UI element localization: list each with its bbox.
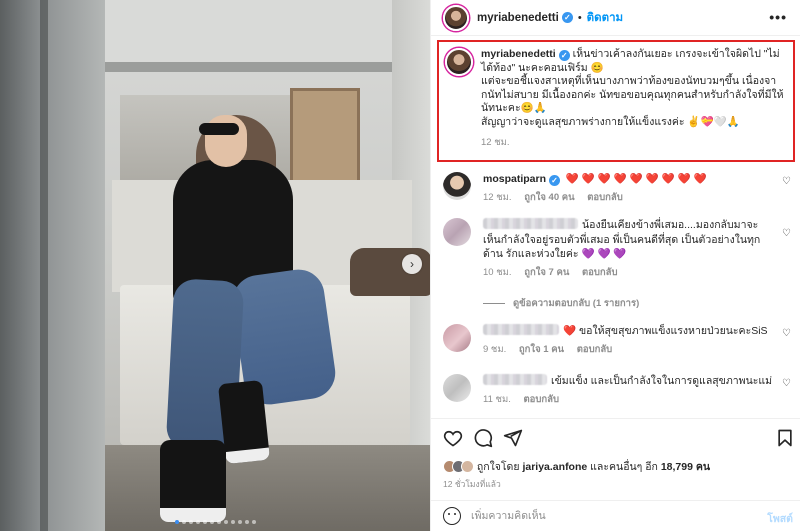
carousel-dot <box>230 520 235 524</box>
comment-input[interactable] <box>471 508 741 524</box>
emoji-icon[interactable] <box>443 507 461 525</box>
share-send-icon[interactable] <box>503 428 523 448</box>
add-comment-bar: โพสต์ <box>431 500 800 531</box>
post-comment-button[interactable]: โพสต์ <box>767 510 793 527</box>
post-detail-panel: myriabenedetti ✓ • ติดตาม ••• myriabened… <box>430 0 800 531</box>
like-comment-heart-icon[interactable]: ♡ <box>782 328 791 339</box>
view-replies-button[interactable]: ดูข้อความตอบกลับ (1 รายการ) <box>483 296 639 311</box>
like-comment-heart-icon[interactable]: ♡ <box>782 228 791 239</box>
caption-username[interactable]: myriabenedetti <box>481 48 556 60</box>
caption-text: myriabenedetti ✓ เห็นข่าวเค้าลงกันเยอะ เก… <box>481 48 787 130</box>
post-photo[interactable]: › <box>0 0 430 531</box>
commenter-avatar[interactable] <box>443 172 471 200</box>
comment-text: ❤️ ขอให้สุขสุขภาพแข็งแรงหายป่วยนะคะSiS <box>563 325 768 337</box>
commenter-username[interactable]: mospatiparn <box>483 173 546 185</box>
comment-body: ❤️ ขอให้สุขสุขภาพแข็งแรงหายป่วยนะคะSiS <box>483 324 773 339</box>
comment-likes[interactable]: ถูกใจ 1 คน <box>519 344 564 355</box>
comment-likes[interactable]: ถูกใจ 7 คน <box>524 267 569 278</box>
hidden-username <box>483 324 559 335</box>
carousel-dot <box>188 520 193 524</box>
caption-author-avatar[interactable] <box>445 48 473 76</box>
posted-time: 12 ชั่วโมงที่แล้ว <box>443 479 501 489</box>
like-comment-heart-icon[interactable]: ♡ <box>782 176 791 187</box>
verified-badge-icon: ✓ <box>549 175 561 186</box>
action-bar <box>431 418 800 454</box>
comment-meta: 10 ชม. ถูกใจ 7 คน ตอบกลับ <box>483 265 773 280</box>
liker-username[interactable]: jariya.anfone <box>522 461 587 473</box>
carousel-dot <box>174 520 179 524</box>
likes-prefix: ถูกใจโดย <box>476 461 520 473</box>
likes-summary: ถูกใจโดย jariya.anfone และคนอื่นๆ อีก 18… <box>443 458 710 475</box>
comment-meta: 11 ชม. ตอบกลับ <box>483 392 773 407</box>
comment-meta: 9 ชม. ถูกใจ 1 คน ตอบกลับ <box>483 342 773 357</box>
next-slide-button[interactable]: › <box>402 254 422 274</box>
carousel-dots <box>0 520 430 524</box>
comment-item: ❤️ ขอให้สุขสุขภาพแข็งแรงหายป่วยนะคะSiS 9… <box>431 324 800 357</box>
commenter-avatar[interactable] <box>443 374 471 402</box>
hidden-username <box>483 218 578 229</box>
comment-meta: 12 ชม. ถูกใจ 40 คน ตอบกลับ <box>483 190 773 205</box>
comment-item: เข้มแข็ง และเป็นกำลังใจในการดูแลสุขภาพนะ… <box>431 374 800 407</box>
liker-avatar[interactable] <box>461 460 474 473</box>
follow-button[interactable]: ติดตาม <box>587 9 623 27</box>
comment-bubble-icon[interactable] <box>473 428 493 448</box>
comment-time: 12 ชม. <box>483 191 512 203</box>
hidden-username <box>483 374 547 385</box>
carousel-dot <box>216 520 221 524</box>
carousel-dot <box>181 520 186 524</box>
likes-count[interactable]: 18,799 คน <box>661 458 710 475</box>
like-heart-icon[interactable] <box>443 428 463 448</box>
verified-badge-icon: ✓ <box>561 12 573 23</box>
comment-likes[interactable]: ถูกใจ 40 คน <box>524 192 574 203</box>
photo-floor <box>105 445 430 531</box>
comment-text: เข้มแข็ง และเป็นกำลังใจในการดูแลสุขภาพนะ… <box>551 375 773 387</box>
more-options-icon[interactable]: ••• <box>769 9 787 25</box>
verified-badge-icon: ✓ <box>558 50 570 61</box>
likes-middle: และคนอื่นๆ อีก <box>590 461 658 473</box>
carousel-dot <box>195 520 200 524</box>
photo-beam <box>105 62 430 72</box>
comment-time: 11 ชม. <box>483 393 511 405</box>
save-bookmark-icon[interactable] <box>775 428 795 448</box>
reply-button[interactable]: ตอบกลับ <box>577 344 613 355</box>
photo-sneaker-left <box>160 440 226 522</box>
photo-ceiling <box>105 0 430 70</box>
carousel-dot <box>202 520 207 524</box>
carousel-dot <box>251 520 256 524</box>
like-comment-heart-icon[interactable]: ♡ <box>782 378 791 389</box>
carousel-dot <box>209 520 214 524</box>
comment-item: น้องยืนเคียงข้างพี่เสมอ....มองกลับมาจะเห… <box>431 218 800 280</box>
photo-sunglasses <box>199 123 239 135</box>
photo-frame-bar <box>40 0 48 531</box>
author-username[interactable]: myriabenedetti <box>477 12 559 24</box>
commenter-avatar[interactable] <box>443 324 471 352</box>
carousel-dot <box>223 520 228 524</box>
comment-body: เข้มแข็ง และเป็นกำลังใจในการดูแลสุขภาพนะ… <box>483 374 773 389</box>
caption-highlight-box: myriabenedetti ✓ เห็นข่าวเค้าลงกันเยอะ เก… <box>437 40 795 162</box>
reply-button[interactable]: ตอบกลับ <box>587 192 623 203</box>
commenter-avatar[interactable] <box>443 218 471 246</box>
author-avatar[interactable] <box>443 4 469 31</box>
comment-body: น้องยืนเคียงข้างพี่เสมอ....มองกลับมาจะเห… <box>483 218 773 262</box>
caption-line-3: สัญญาว่าจะดูแลสุขภาพร่างกายให้แข็งแรงค่ะ… <box>481 115 740 128</box>
caption-time: 12 ชม. <box>481 136 510 148</box>
carousel-dot <box>244 520 249 524</box>
separator-dot: • <box>577 11 582 24</box>
carousel-dot <box>237 520 242 524</box>
comment-item: mospatiparn ✓ ❤️ ❤️ ❤️ ❤️ ❤️ ❤️ ❤️ ❤️ ❤️ … <box>431 172 800 205</box>
photo-back-window <box>290 88 360 183</box>
caption-line-2: แต่จะขอชี้แจงสาเหตุที่เห็นบางภาพว่าท้องข… <box>481 75 784 115</box>
comment-time: 10 ชม. <box>483 266 512 278</box>
reply-button[interactable]: ตอบกลับ <box>524 394 560 405</box>
comment-time: 9 ชม. <box>483 343 507 355</box>
reply-button[interactable]: ตอบกลับ <box>582 267 618 278</box>
comment-text: ❤️ ❤️ ❤️ ❤️ ❤️ ❤️ ❤️ ❤️ ❤️ <box>565 173 707 185</box>
comment-body: mospatiparn ✓ ❤️ ❤️ ❤️ ❤️ ❤️ ❤️ ❤️ ❤️ ❤️ <box>483 172 773 187</box>
post-header: myriabenedetti ✓ • ติดตาม ••• <box>431 0 800 36</box>
photo-window-frame <box>0 0 105 531</box>
